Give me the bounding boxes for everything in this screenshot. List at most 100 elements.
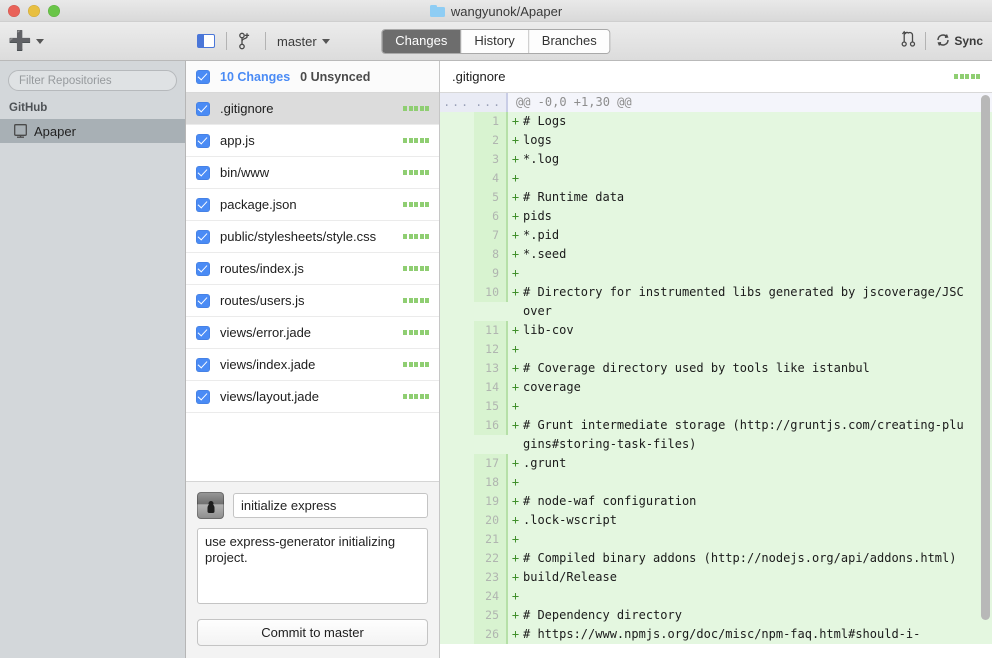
table-row[interactable]: public/stylesheets/style.css <box>186 221 439 253</box>
change-dash <box>954 74 958 79</box>
diff-panel: .gitignore ...... @@ -0,0 +1,30 @@ 1 + # Log… <box>440 61 992 658</box>
diff-line-sign: + <box>511 399 520 413</box>
commit-summary-row <box>197 492 428 519</box>
diff-new-line-number: ... <box>474 93 508 112</box>
change-dash <box>414 138 418 143</box>
file-checkbox[interactable] <box>196 197 210 212</box>
diff-new-line-number: 3 <box>474 150 508 169</box>
new-branch-icon[interactable] <box>238 32 254 50</box>
diff-file-name: .gitignore <box>452 69 506 84</box>
commit-summary-input[interactable] <box>233 493 428 518</box>
sidebar-item-apaper[interactable]: Apaper <box>0 119 185 143</box>
change-size-indicator <box>403 234 429 239</box>
diff-new-line-number: 11 <box>474 321 508 340</box>
file-name-label: views/error.jade <box>220 325 312 340</box>
diff-line-sign: + <box>511 152 520 166</box>
change-dash <box>959 74 964 79</box>
table-row[interactable]: package.json <box>186 189 439 221</box>
chevron-down-icon <box>321 38 330 44</box>
tab-branches[interactable]: Branches <box>528 29 610 53</box>
table-row[interactable]: app.js <box>186 125 439 157</box>
change-dash <box>419 394 424 399</box>
diff-line-sign: + <box>511 551 520 565</box>
diff-line-sign: + <box>511 209 520 223</box>
diff-scrollbar[interactable] <box>981 95 990 658</box>
file-checkbox[interactable] <box>196 293 210 308</box>
pull-request-icon[interactable] <box>901 30 916 52</box>
diff-line: 22 + # Compiled binary addons (http://node… <box>440 549 992 568</box>
table-row[interactable]: views/index.jade <box>186 349 439 381</box>
diff-line-sign: + <box>511 285 520 299</box>
change-size-indicator <box>403 138 429 143</box>
table-row[interactable]: .gitignore <box>186 93 439 125</box>
diff-new-line-number: 2 <box>474 131 508 150</box>
select-all-checkbox[interactable] <box>196 69 210 84</box>
file-checkbox[interactable] <box>196 165 210 180</box>
table-row[interactable]: views/error.jade <box>186 317 439 349</box>
tab-history[interactable]: History <box>461 29 529 53</box>
diff-line: 20 + .lock-wscript <box>440 511 992 530</box>
table-row[interactable]: views/layout.jade <box>186 381 439 413</box>
file-checkbox[interactable] <box>196 389 210 404</box>
file-checkbox[interactable] <box>196 229 210 244</box>
add-repository-button[interactable]: ➕ <box>8 32 44 51</box>
diff-line-sign: + <box>511 361 520 375</box>
table-row[interactable]: routes/index.js <box>186 253 439 285</box>
change-dash <box>414 362 418 367</box>
diff-line-sign: + <box>511 342 520 356</box>
diff-line: 18 + <box>440 473 992 492</box>
diff-line-text: logs <box>523 133 552 147</box>
table-row[interactable]: routes/users.js <box>186 285 439 317</box>
commit-area: Commit to master <box>186 481 439 658</box>
diff-new-line-number: 18 <box>474 473 508 492</box>
sidebar-toggle-icon[interactable] <box>197 34 215 48</box>
file-checkbox[interactable] <box>196 357 210 372</box>
branch-selector[interactable]: master <box>277 34 330 49</box>
change-dash <box>419 170 424 175</box>
diff-content[interactable]: ...... @@ -0,0 +1,30 @@ 1 + # Logs 2 + logs 3 + *.… <box>440 93 992 658</box>
change-dash <box>425 298 429 303</box>
file-name-label: views/index.jade <box>220 357 316 372</box>
diff-line-sign: + <box>511 190 520 204</box>
commit-to-master-button[interactable]: Commit to master <box>197 619 428 646</box>
diff-line: 23 + build/Release <box>440 568 992 587</box>
diff-line-text: .lock-wscript <box>523 513 617 527</box>
change-dash <box>419 298 424 303</box>
file-checkbox[interactable] <box>196 133 210 148</box>
change-dash <box>408 394 413 399</box>
diff-line: 11 + lib-cov <box>440 321 992 340</box>
file-checkbox[interactable] <box>196 261 210 276</box>
diff-line: 25 + # Dependency directory <box>440 606 992 625</box>
filter-repositories-input[interactable] <box>8 70 177 91</box>
commit-description-input[interactable] <box>197 528 428 604</box>
diff-line-sign: + <box>511 608 520 622</box>
diff-line-sign: + <box>511 171 520 185</box>
change-dash <box>408 106 413 111</box>
diff-new-line-number: 10 <box>474 283 508 302</box>
change-dash <box>403 266 407 271</box>
file-checkbox[interactable] <box>196 325 210 340</box>
change-dash <box>425 394 429 399</box>
changes-panel: 10 Changes 0 Unsynced .gitignore app.js bi… <box>186 61 440 658</box>
diff-line-sign: + <box>511 133 520 147</box>
diff-new-line-number: 5 <box>474 188 508 207</box>
diff-header: .gitignore <box>440 61 992 93</box>
diff-line: 8 + *.seed <box>440 245 992 264</box>
diff-line: 5 + # Runtime data <box>440 188 992 207</box>
file-checkbox[interactable] <box>196 101 210 116</box>
changed-files-list[interactable]: .gitignore app.js bin/www package.json publi… <box>186 93 439 481</box>
diff-line: 16 + # Grunt intermediate storage (http://… <box>440 416 992 454</box>
tab-changes[interactable]: Changes <box>382 29 462 53</box>
repository-icon <box>14 123 27 139</box>
window-title-text: wangyunok/Apaper <box>450 3 563 19</box>
diff-line-text: # Coverage directory used by tools like … <box>523 361 870 375</box>
diff-line-text: # Directory for instrumented libs genera… <box>523 285 964 318</box>
change-dash <box>419 234 424 239</box>
view-tabs: Changes History Branches <box>381 28 611 54</box>
diff-scrollbar-thumb[interactable] <box>981 95 990 620</box>
table-row[interactable]: bin/www <box>186 157 439 189</box>
change-dash <box>425 106 429 111</box>
sync-button[interactable]: Sync <box>935 32 983 51</box>
diff-line: 13 + # Coverage directory used by tools li… <box>440 359 992 378</box>
change-size-indicator <box>403 266 429 271</box>
